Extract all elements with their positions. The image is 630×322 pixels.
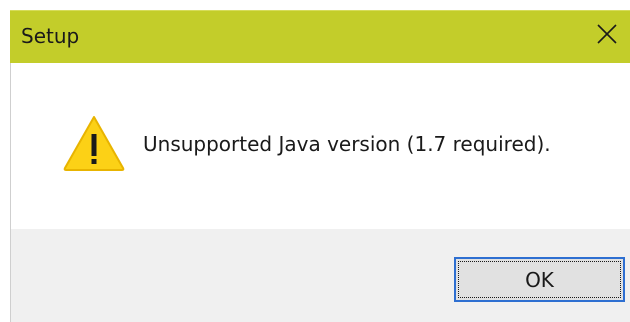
close-button[interactable] xyxy=(592,21,622,51)
window-title: Setup xyxy=(21,24,80,48)
ok-button[interactable]: OK xyxy=(454,257,625,302)
close-icon xyxy=(597,24,617,48)
error-message: Unsupported Java version (1.7 required). xyxy=(143,132,551,156)
button-bar: OK xyxy=(11,229,630,322)
title-bar[interactable]: Setup xyxy=(10,10,630,63)
warning-icon xyxy=(62,114,126,172)
message-area: Unsupported Java version (1.7 required). xyxy=(11,63,630,229)
ok-button-label: OK xyxy=(525,267,554,292)
setup-dialog: Setup Unsupported Java version (1.7 requ… xyxy=(0,0,630,322)
